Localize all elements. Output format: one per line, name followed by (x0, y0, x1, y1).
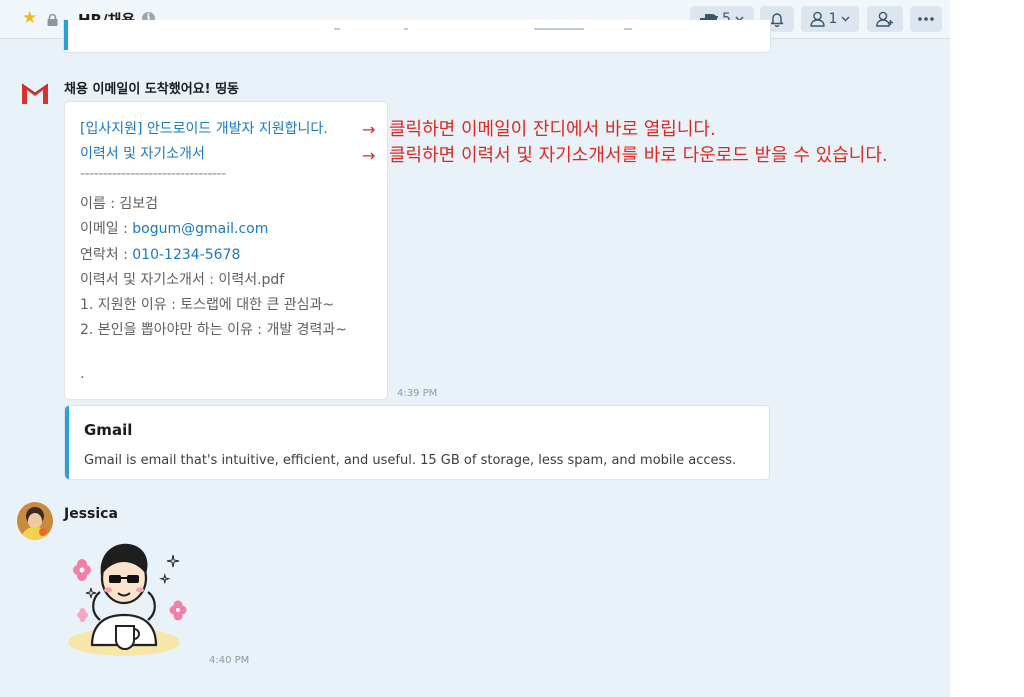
reason-row-1: 1. 지원한 이유 : 토스랩에 대한 큰 관심과~ (80, 297, 335, 313)
message-timestamp: 4:40 PM (209, 655, 250, 666)
name-row: 이름 : 김보검 (80, 193, 158, 213)
email-address-link[interactable]: bogum@gmail.com (132, 221, 268, 237)
message-sender[interactable]: 채용 이메일이 도착했어요! 띵동 (64, 78, 239, 97)
truncated-text (624, 28, 632, 30)
attachment-accent-bar (64, 20, 68, 50)
phone-link[interactable]: 010-1234-5678 (132, 247, 240, 263)
email-label: 이메일 : (80, 221, 133, 237)
sticker-image (64, 530, 200, 665)
chevron-down-icon (841, 16, 850, 22)
message-timestamp: 4:39 PM (397, 388, 438, 399)
truncated-text (534, 28, 584, 30)
members-button[interactable]: 1 (801, 6, 859, 32)
email-message-card: [입사지원] 안드로이드 개발자 지원합니다. 이력서 및 자기소개서 ----… (64, 101, 388, 400)
resume-row: 이력서 및 자기소개서 : 이력서.pdf (80, 272, 285, 288)
add-user-icon (876, 11, 894, 27)
divider-text: -------------------------------- (80, 166, 226, 182)
preview-description: Gmail is email that's intuitive, efficie… (84, 453, 737, 468)
annotation-note-1: 클릭하면 이메일이 잔디에서 바로 열립니다. (389, 119, 716, 140)
message-sender[interactable]: Jessica (64, 506, 118, 522)
gmail-avatar[interactable] (20, 80, 50, 106)
attachment-link[interactable]: 이력서 및 자기소개서 (80, 143, 205, 163)
reason-row-2: 2. 본인을 뽑아야만 하는 이유 : 개발 경력과~ (80, 322, 348, 338)
invite-member-button[interactable] (867, 6, 903, 32)
more-options-button[interactable] (910, 6, 942, 32)
phone-label: 연락처 : (80, 247, 133, 263)
link-preview-card[interactable]: Gmail Gmail is email that's intuitive, e… (64, 405, 770, 480)
star-icon[interactable]: ★ (22, 9, 37, 27)
members-count: 1 (828, 11, 838, 27)
avatar[interactable] (17, 502, 53, 540)
trailing-dot: . (80, 366, 85, 382)
preview-title[interactable]: Gmail (84, 421, 132, 439)
name-value: 김보검 (119, 196, 159, 212)
name-label: 이름 : (80, 196, 120, 212)
previous-attachment-card (63, 20, 771, 53)
email-row: 이메일 : bogum@gmail.com (80, 218, 268, 238)
preview-accent-bar (65, 406, 69, 479)
truncated-text (404, 28, 408, 30)
email-subject-link[interactable]: [입사지원] 안드로이드 개발자 지원합니다. (80, 118, 328, 138)
user-icon (809, 11, 825, 27)
annotation-note-2: 클릭하면 이력서 및 자기소개서를 바로 다운로드 받을 수 있습니다. (389, 145, 888, 166)
annotation-arrow: → (362, 146, 376, 165)
annotation-arrow: → (362, 120, 376, 139)
bell-icon (770, 11, 784, 27)
ellipsis-icon (918, 17, 934, 21)
phone-row: 연락처 : 010-1234-5678 (80, 244, 240, 264)
truncated-text (334, 28, 340, 30)
lock-icon (47, 11, 58, 26)
